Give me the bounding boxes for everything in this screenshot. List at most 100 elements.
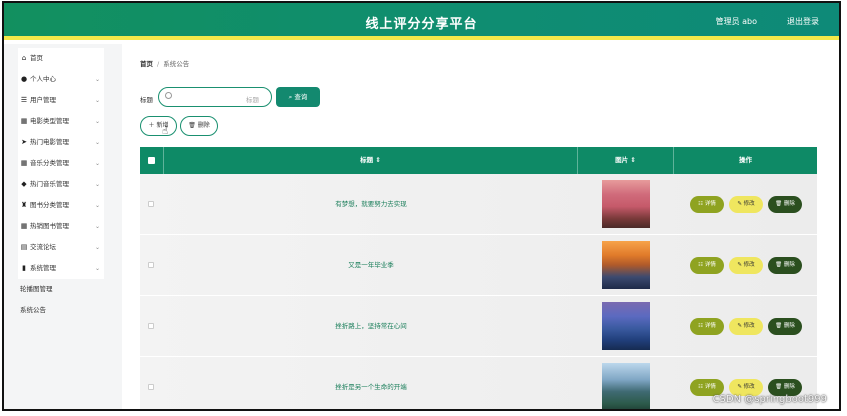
row-checkbox[interactable] <box>148 262 154 268</box>
add-button[interactable]: ＋ 新增 <box>140 116 177 136</box>
delete-button[interactable]: 🗑 删除 <box>768 318 802 335</box>
delete-button-label: 删除 <box>783 384 795 390</box>
sidebar-item-label: 系统管理 <box>30 264 56 272</box>
edit-button-label: 修改 <box>743 262 755 268</box>
sidebar-item[interactable]: ➤ 热门电影管理 ⌄ <box>18 132 104 153</box>
sidebar-item-label: 热销图书管理 <box>30 222 69 230</box>
table-row: 挫折路上，坚持常在心间 ☷ 详情 ✎ 修改 🗑 删除 <box>140 296 817 357</box>
sidebar-item-label: 用户管理 <box>30 96 56 104</box>
thumbnail-image[interactable] <box>602 180 650 228</box>
sidebar-item[interactable]: ♜ 图书分类管理 ⌄ <box>18 195 104 216</box>
sidebar-item-label: 个人中心 <box>30 75 56 83</box>
app-title: 线上评分分享平台 <box>365 17 478 32</box>
row-title: 有梦想，就要努力去实现 <box>335 200 407 208</box>
notice-table: 标题 ⇕ 图片 ⇕ 操作 有梦想，就要努力去实现 ☷ 详情 ✎ 修改 🗑 删除 又是一年… <box>140 147 817 409</box>
row-image-cell <box>578 357 674 409</box>
search-input[interactable]: 标题 <box>158 87 272 107</box>
grid-icon: ▦ <box>20 159 28 167</box>
row-actions: ☷ 详情 ✎ 修改 🗑 删除 <box>674 174 817 235</box>
sidebar-item[interactable]: ● 个人中心 ⌄ <box>18 69 104 90</box>
edit-button[interactable]: ✎ 修改 <box>729 257 763 274</box>
row-checkbox[interactable] <box>148 384 154 390</box>
submenu-item[interactable]: 轮播图管理 <box>18 279 104 300</box>
trophy-icon: ♜ <box>20 201 28 209</box>
chevron-down-icon: ⌄ <box>94 118 100 125</box>
delete-button[interactable]: 🗑 删除 <box>768 196 802 213</box>
row-actions: ☷ 详情 ✎ 修改 🗑 删除 <box>674 235 817 296</box>
detail-button[interactable]: ☷ 详情 <box>690 257 724 274</box>
delete-button-label: 删除 <box>783 262 795 268</box>
hand-cursor-icon: ☝ <box>162 126 169 137</box>
sliders-icon: ☰ <box>20 96 28 104</box>
bar-chart-icon: ▮ <box>22 264 26 272</box>
delete-button-label: 删除 <box>783 201 795 207</box>
sidebar-item[interactable]: ☰ 用户管理 ⌄ <box>18 90 104 111</box>
chevron-down-icon: ⌄ <box>94 223 100 230</box>
column-image[interactable]: 图片 ⇕ <box>578 147 674 174</box>
sidebar-item-label: 交流论坛 <box>30 243 56 251</box>
sidebar-item[interactable]: ▦ 电影类型管理 ⌄ <box>18 111 104 132</box>
grid-icon: ▦ <box>20 117 28 125</box>
app-frame: 线上评分分享平台 管理员 abo 退出登录 ⌂ 首页 ● 个人中心 ⌄ ☰ 用户管理 ⌄ ▦ 电影… <box>2 1 841 411</box>
row-checkbox-cell <box>140 357 164 409</box>
location-icon: ◆ <box>21 180 27 188</box>
table-row: 又是一年毕业季 ☷ 详情 ✎ 修改 🗑 删除 <box>140 235 817 296</box>
sidebar-item[interactable]: ▦ 热销图书管理 ⌄ <box>18 216 104 237</box>
detail-button[interactable]: ☷ 详情 <box>690 196 724 213</box>
query-button-label: 查询 <box>294 93 308 101</box>
row-title: 挫折是另一个生命的开端 <box>335 383 407 391</box>
detail-button-label: 详情 <box>704 262 716 268</box>
delete-button-label: 删除 <box>783 323 795 329</box>
chevron-down-icon: ⌄ <box>94 139 100 146</box>
sidebar: ⌂ 首页 ● 个人中心 ⌄ ☰ 用户管理 ⌄ ▦ 电影类型管理 ⌄ ➤ 热门电影管理 ⌄ ▦ 音乐分类管理 ⌄ ◆… <box>4 44 122 409</box>
select-all-checkbox[interactable] <box>140 147 164 174</box>
thumbnail-image[interactable] <box>602 363 650 409</box>
submenu-item[interactable]: 系统公告 <box>18 300 104 321</box>
row-actions: ☷ 详情 ✎ 修改 🗑 删除 <box>674 296 817 357</box>
row-checkbox[interactable] <box>148 323 154 329</box>
row-image-cell <box>578 296 674 357</box>
edit-button[interactable]: ✎ 修改 <box>729 196 763 213</box>
chevron-down-icon: ⌄ <box>94 76 100 83</box>
search-label: 标题 <box>140 96 153 104</box>
detail-button-label: 详情 <box>704 323 716 329</box>
row-image-cell <box>578 235 674 296</box>
column-title[interactable]: 标题 ⇕ <box>164 147 578 174</box>
chevron-down-icon: ⌄ <box>94 181 100 188</box>
detail-button[interactable]: ☷ 详情 <box>690 318 724 335</box>
delete-button[interactable]: 🗑 删除 <box>768 257 802 274</box>
edit-button-label: 修改 <box>743 201 755 207</box>
row-checkbox[interactable] <box>148 201 154 207</box>
sidebar-item[interactable]: ⌂ 首页 <box>18 48 104 69</box>
sidebar-item[interactable]: ▮ 系统管理 ⌄ <box>18 258 104 279</box>
batch-delete-button-label: 删除 <box>197 122 210 129</box>
breadcrumb-home[interactable]: 首页 <box>140 60 153 68</box>
sidebar-item[interactable]: ▦ 音乐分类管理 ⌄ <box>18 153 104 174</box>
row-title: 又是一年毕业季 <box>348 261 394 269</box>
table-header: 标题 ⇕ 图片 ⇕ 操作 <box>140 147 817 174</box>
thumbnail-image[interactable] <box>602 241 650 289</box>
row-title: 挫折路上，坚持常在心间 <box>335 322 407 330</box>
logout-link[interactable]: 退出登录 <box>787 16 819 27</box>
table-row: 有梦想，就要努力去实现 ☷ 详情 ✎ 修改 🗑 删除 <box>140 174 817 235</box>
breadcrumb-separator: / <box>157 60 160 68</box>
sidebar-item[interactable]: ▤ 交流论坛 ⌄ <box>18 237 104 258</box>
thumbnail-image[interactable] <box>602 302 650 350</box>
edit-button-label: 修改 <box>743 323 755 329</box>
current-user: 管理员 abo <box>715 17 757 26</box>
query-button[interactable]: ⌕ 查询 <box>276 87 320 107</box>
row-checkbox-cell <box>140 235 164 296</box>
grid-icon: ▦ <box>20 222 28 230</box>
sidebar-item[interactable]: ◆ 热门音乐管理 ⌄ <box>18 174 104 195</box>
breadcrumb-current: 系统公告 <box>163 60 190 68</box>
column-ops: 操作 <box>739 156 752 164</box>
breadcrumb: 首页 / 系统公告 <box>140 58 189 68</box>
chevron-down-icon: ⌄ <box>94 97 100 104</box>
search-icon <box>165 92 172 99</box>
top-header: 线上评分分享平台 管理员 abo 退出登录 <box>4 3 839 40</box>
watermark-text: CSDN @springboot999 <box>712 394 827 405</box>
sidebar-item-label: 图书分类管理 <box>30 201 69 209</box>
send-icon: ➤ <box>21 138 27 146</box>
batch-delete-button[interactable]: 🗑 删除 <box>180 116 218 136</box>
edit-button[interactable]: ✎ 修改 <box>729 318 763 335</box>
